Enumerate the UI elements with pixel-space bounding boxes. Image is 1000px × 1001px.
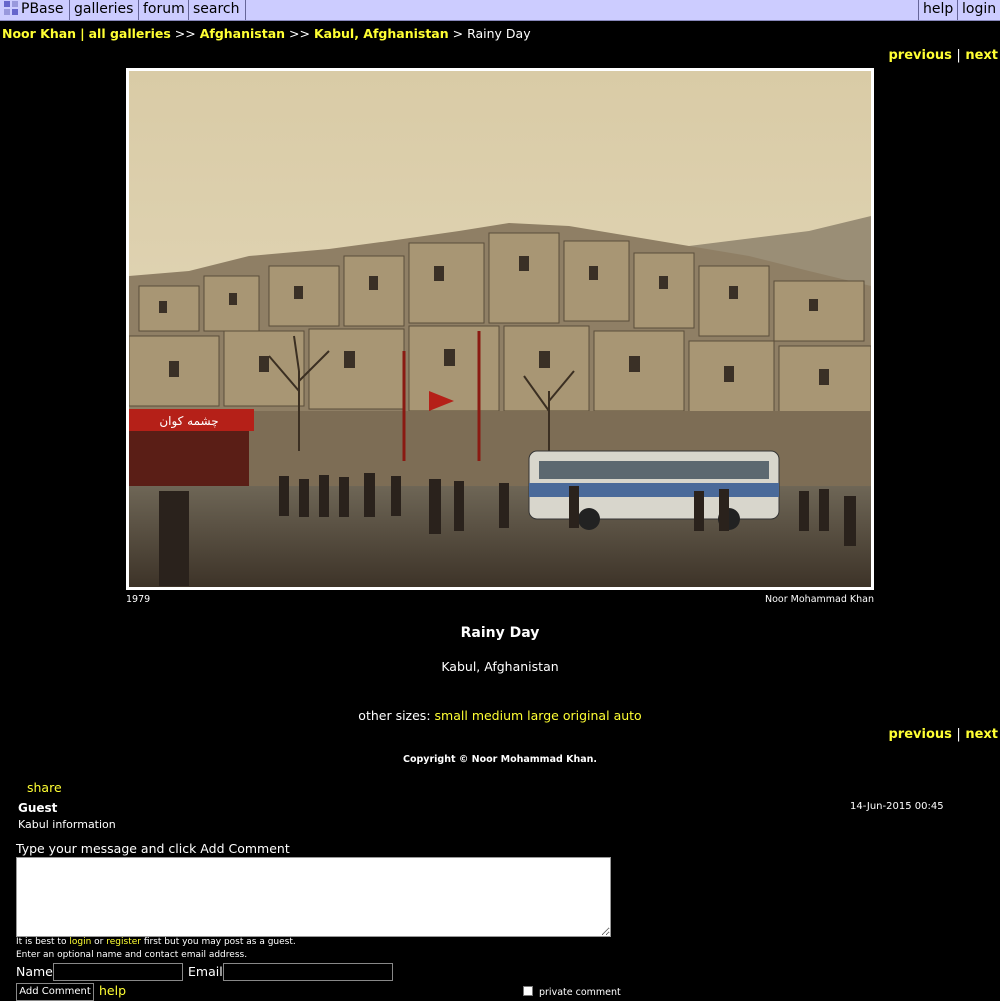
prev-next-bottom: previous | next bbox=[888, 727, 998, 742]
breadcrumb-separator: >> bbox=[174, 26, 196, 41]
email-input[interactable] bbox=[223, 963, 393, 981]
breadcrumb-kabul-link[interactable]: Kabul, Afghanistan bbox=[314, 26, 449, 41]
login-note-prefix: It is best to bbox=[16, 937, 67, 947]
prev-next-top: previous | next bbox=[888, 48, 998, 63]
pbase-label: PBase bbox=[21, 1, 64, 17]
image-subtitle: Kabul, Afghanistan bbox=[441, 659, 559, 674]
share-link[interactable]: share bbox=[27, 780, 62, 795]
shop-sign-text: چشمه کوان bbox=[159, 414, 218, 429]
name-label: Name bbox=[16, 964, 53, 979]
breadcrumb-separator: >> bbox=[289, 26, 310, 41]
login-tab[interactable]: login bbox=[957, 0, 1000, 20]
comment-date: 14-Jun-2015 00:45 bbox=[850, 801, 944, 812]
other-sizes: other sizes: small medium large original… bbox=[0, 708, 1000, 723]
size-small-link[interactable]: small bbox=[435, 708, 468, 723]
comment-author: Guest bbox=[18, 801, 58, 815]
bus-shape bbox=[528, 450, 780, 530]
breadcrumb-all-galleries-link[interactable]: all galleries bbox=[89, 26, 171, 41]
breadcrumb-separator: > bbox=[452, 26, 464, 41]
pbase-home-link[interactable]: PBase bbox=[0, 0, 70, 20]
top-nav-bar: PBase galleries forum search help login bbox=[0, 0, 1000, 21]
breadcrumb: Noor Khan | all galleries >> Afghanistan… bbox=[2, 26, 531, 41]
prev-next-divider: | bbox=[956, 48, 961, 63]
breadcrumb-pipe: | bbox=[80, 26, 85, 41]
login-note: It is best to login or register first bu… bbox=[16, 937, 296, 947]
private-comment-label: private comment bbox=[539, 987, 621, 998]
main-photo[interactable]: چشمه کوان bbox=[129, 71, 871, 587]
pbase-logo-icon bbox=[4, 1, 18, 15]
forum-tab[interactable]: forum bbox=[139, 0, 189, 20]
size-medium-link[interactable]: medium bbox=[472, 708, 523, 723]
breadcrumb-owner-link[interactable]: Noor Khan bbox=[2, 26, 76, 41]
login-note-suffix: first but you may post as a guest. bbox=[143, 937, 296, 947]
comment-body: Kabul information bbox=[18, 818, 116, 831]
private-comment-checkbox[interactable] bbox=[523, 986, 533, 996]
register-link[interactable]: register bbox=[106, 937, 141, 947]
breadcrumb-current: Rainy Day bbox=[467, 26, 531, 41]
comment-help-link[interactable]: help bbox=[99, 983, 126, 998]
photo-author: Noor Mohammad Khan bbox=[765, 594, 874, 605]
login-link[interactable]: login bbox=[69, 937, 91, 947]
breadcrumb-afghanistan-link[interactable]: Afghanistan bbox=[200, 26, 285, 41]
name-input[interactable] bbox=[53, 963, 183, 981]
size-original-link[interactable]: original bbox=[563, 708, 610, 723]
add-comment-button[interactable]: Add Comment bbox=[16, 983, 94, 1001]
comment-message-input[interactable] bbox=[16, 857, 611, 937]
login-note-or: or bbox=[94, 937, 104, 947]
previous-link[interactable]: previous bbox=[888, 48, 951, 63]
other-sizes-label: other sizes: bbox=[358, 708, 431, 723]
photo-frame: چشمه کوان bbox=[126, 68, 874, 590]
previous-link[interactable]: previous bbox=[888, 727, 951, 742]
image-title: Rainy Day bbox=[460, 625, 540, 641]
next-link[interactable]: next bbox=[965, 48, 998, 63]
search-tab[interactable]: search bbox=[189, 0, 246, 20]
size-auto-link[interactable]: auto bbox=[614, 708, 642, 723]
size-large-link[interactable]: large bbox=[527, 708, 559, 723]
help-tab[interactable]: help bbox=[918, 0, 957, 20]
name-email-note: Enter an optional name and contact email… bbox=[16, 950, 248, 960]
email-label: Email bbox=[188, 964, 223, 979]
copyright-notice: Copyright © Noor Mohammad Khan. bbox=[402, 754, 598, 765]
comment-form-prompt: Type your message and click Add Comment bbox=[16, 841, 290, 856]
galleries-tab[interactable]: galleries bbox=[70, 0, 139, 20]
photo-year: 1979 bbox=[126, 594, 151, 605]
next-link[interactable]: next bbox=[965, 727, 998, 742]
prev-next-divider: | bbox=[956, 727, 961, 742]
